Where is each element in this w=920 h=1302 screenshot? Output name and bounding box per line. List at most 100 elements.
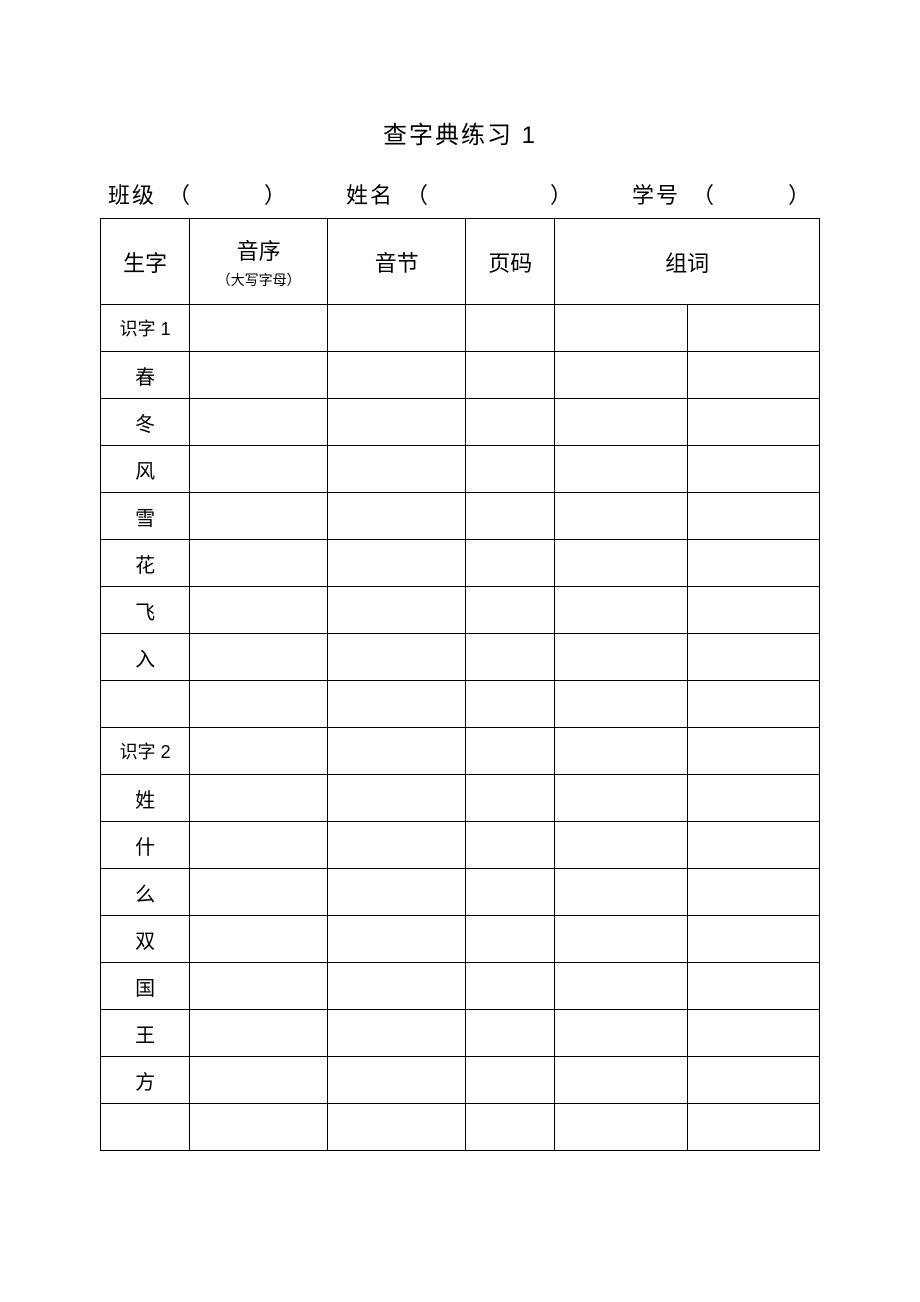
cell-blank[interactable] xyxy=(190,540,328,587)
cell-blank[interactable] xyxy=(555,634,687,681)
cell-blank[interactable] xyxy=(328,963,466,1010)
cell-blank[interactable] xyxy=(555,305,687,352)
cell-blank[interactable] xyxy=(466,540,555,587)
cell-blank[interactable] xyxy=(687,775,819,822)
cell-char: 方 xyxy=(101,1057,190,1104)
cell-blank[interactable] xyxy=(190,446,328,493)
class-blank[interactable]: （ ） xyxy=(168,178,288,210)
cell-blank[interactable] xyxy=(466,1057,555,1104)
cell-blank[interactable] xyxy=(687,540,819,587)
cell-blank[interactable] xyxy=(555,540,687,587)
cell-blank[interactable] xyxy=(328,587,466,634)
cell-blank[interactable] xyxy=(466,963,555,1010)
cell-blank[interactable] xyxy=(466,775,555,822)
cell-blank[interactable] xyxy=(687,1010,819,1057)
header-yinxu: 音序 （大写字母） xyxy=(190,219,328,305)
cell-blank[interactable] xyxy=(466,681,555,728)
cell-char: 什 xyxy=(101,822,190,869)
cell-blank[interactable] xyxy=(555,1010,687,1057)
cell-blank[interactable] xyxy=(555,1057,687,1104)
cell-blank[interactable] xyxy=(466,399,555,446)
cell-blank[interactable] xyxy=(190,963,328,1010)
cell-blank[interactable] xyxy=(687,587,819,634)
cell-blank[interactable] xyxy=(190,587,328,634)
cell-blank[interactable] xyxy=(687,916,819,963)
cell-blank[interactable] xyxy=(687,963,819,1010)
cell-blank[interactable] xyxy=(328,681,466,728)
cell-blank[interactable] xyxy=(687,681,819,728)
cell-char xyxy=(101,681,190,728)
cell-blank[interactable] xyxy=(328,540,466,587)
cell-blank[interactable] xyxy=(190,775,328,822)
cell-blank[interactable] xyxy=(466,587,555,634)
cell-blank[interactable] xyxy=(687,1104,819,1151)
cell-blank[interactable] xyxy=(555,728,687,775)
cell-blank[interactable] xyxy=(687,352,819,399)
cell-blank[interactable] xyxy=(555,1104,687,1151)
cell-char: 识字 1 xyxy=(101,305,190,352)
table-row: 飞 xyxy=(101,587,820,634)
cell-blank[interactable] xyxy=(190,822,328,869)
cell-blank[interactable] xyxy=(555,493,687,540)
cell-blank[interactable] xyxy=(190,869,328,916)
cell-blank[interactable] xyxy=(555,822,687,869)
cell-blank[interactable] xyxy=(555,775,687,822)
cell-blank[interactable] xyxy=(190,728,328,775)
cell-blank[interactable] xyxy=(555,916,687,963)
cell-blank[interactable] xyxy=(190,634,328,681)
cell-blank[interactable] xyxy=(687,634,819,681)
cell-blank[interactable] xyxy=(555,681,687,728)
cell-blank[interactable] xyxy=(190,1057,328,1104)
cell-blank[interactable] xyxy=(466,728,555,775)
cell-blank[interactable] xyxy=(687,399,819,446)
cell-blank[interactable] xyxy=(466,869,555,916)
cell-blank[interactable] xyxy=(328,1057,466,1104)
cell-blank[interactable] xyxy=(466,446,555,493)
cell-blank[interactable] xyxy=(555,399,687,446)
cell-blank[interactable] xyxy=(328,822,466,869)
cell-blank[interactable] xyxy=(466,493,555,540)
cell-blank[interactable] xyxy=(687,305,819,352)
cell-blank[interactable] xyxy=(190,681,328,728)
cell-blank[interactable] xyxy=(328,446,466,493)
cell-blank[interactable] xyxy=(466,352,555,399)
cell-blank[interactable] xyxy=(328,869,466,916)
cell-blank[interactable] xyxy=(466,822,555,869)
cell-blank[interactable] xyxy=(328,399,466,446)
cell-blank[interactable] xyxy=(555,587,687,634)
id-blank[interactable]: （ ） xyxy=(692,178,812,210)
table-row: 王 xyxy=(101,1010,820,1057)
cell-blank[interactable] xyxy=(687,493,819,540)
cell-blank[interactable] xyxy=(328,305,466,352)
cell-blank[interactable] xyxy=(466,1104,555,1151)
cell-blank[interactable] xyxy=(687,1057,819,1104)
cell-blank[interactable] xyxy=(190,1010,328,1057)
cell-blank[interactable] xyxy=(555,869,687,916)
cell-blank[interactable] xyxy=(190,305,328,352)
cell-blank[interactable] xyxy=(190,352,328,399)
cell-blank[interactable] xyxy=(328,634,466,681)
cell-blank[interactable] xyxy=(687,446,819,493)
cell-blank[interactable] xyxy=(555,446,687,493)
cell-blank[interactable] xyxy=(555,963,687,1010)
cell-blank[interactable] xyxy=(328,916,466,963)
cell-blank[interactable] xyxy=(687,869,819,916)
cell-blank[interactable] xyxy=(687,728,819,775)
cell-blank[interactable] xyxy=(466,634,555,681)
cell-blank[interactable] xyxy=(466,305,555,352)
name-blank[interactable]: （ ） xyxy=(406,178,574,210)
cell-blank[interactable] xyxy=(328,1104,466,1151)
cell-blank[interactable] xyxy=(466,916,555,963)
cell-blank[interactable] xyxy=(190,399,328,446)
cell-blank[interactable] xyxy=(687,822,819,869)
cell-blank[interactable] xyxy=(328,775,466,822)
cell-blank[interactable] xyxy=(555,352,687,399)
cell-blank[interactable] xyxy=(190,916,328,963)
cell-blank[interactable] xyxy=(190,493,328,540)
cell-blank[interactable] xyxy=(190,1104,328,1151)
cell-blank[interactable] xyxy=(328,1010,466,1057)
cell-blank[interactable] xyxy=(328,493,466,540)
cell-blank[interactable] xyxy=(328,352,466,399)
cell-blank[interactable] xyxy=(466,1010,555,1057)
cell-blank[interactable] xyxy=(328,728,466,775)
